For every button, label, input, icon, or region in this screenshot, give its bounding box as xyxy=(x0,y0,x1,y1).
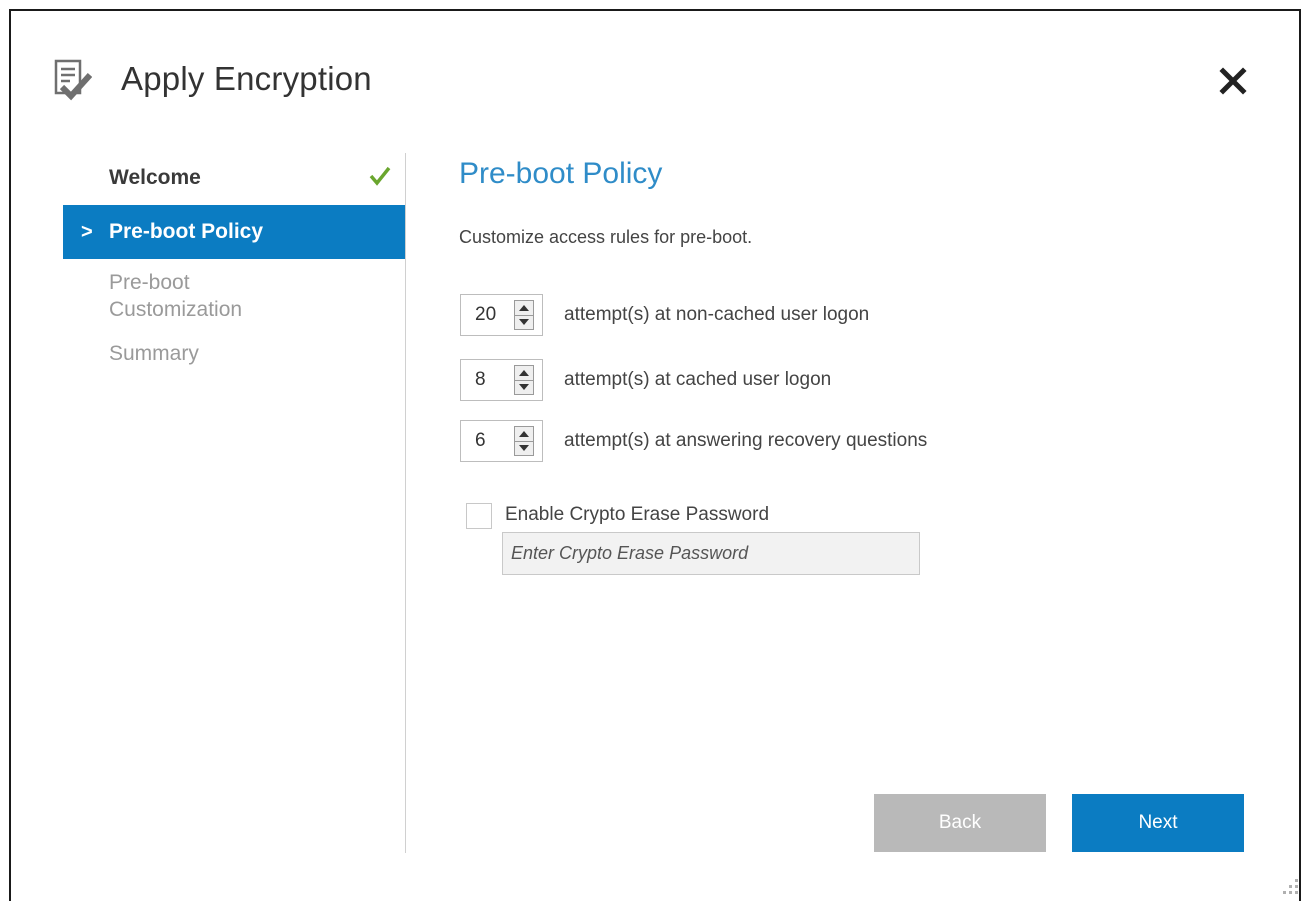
decrement-button[interactable] xyxy=(515,441,533,455)
wizard-steps-nav: Welcome > Pre-boot Policy Pre-boot Custo… xyxy=(63,151,405,381)
crypto-erase-checkbox[interactable] xyxy=(466,503,492,529)
checkmark-icon xyxy=(369,166,391,186)
nav-step-pre-boot-policy[interactable]: > Pre-boot Policy xyxy=(63,205,405,259)
stepper-label: attempt(s) at non-cached user logon xyxy=(564,304,870,325)
nav-step-label: Summary xyxy=(109,342,199,365)
arrow-up-icon xyxy=(519,431,529,437)
nav-step-label: Welcome xyxy=(109,166,201,189)
arrow-up-icon xyxy=(519,370,529,376)
arrow-down-icon xyxy=(519,445,529,451)
stepper-value: 20 xyxy=(475,304,497,325)
nav-step-pre-boot-customization[interactable]: Pre-boot Customization xyxy=(63,259,405,327)
stepper-label: attempt(s) at cached user logon xyxy=(564,369,832,390)
stepper-buttons xyxy=(514,300,534,330)
non-cached-logon-stepper[interactable]: 20 xyxy=(460,294,543,336)
cached-logon-stepper[interactable]: 8 xyxy=(460,359,543,401)
nav-step-label-line1: Pre-boot xyxy=(109,271,190,294)
stepper-value: 6 xyxy=(475,430,486,451)
dialog-title: Apply Encryption xyxy=(121,60,372,97)
stepper-buttons xyxy=(514,365,534,395)
increment-button[interactable] xyxy=(515,301,533,316)
stepper-value: 8 xyxy=(475,369,486,390)
crypto-erase-checkbox-label[interactable]: Enable Crypto Erase Password xyxy=(505,504,769,526)
nav-step-label-line2: Customization xyxy=(109,298,243,321)
stepper-label: attempt(s) at answering recovery questio… xyxy=(564,430,928,451)
recovery-questions-stepper[interactable]: 6 xyxy=(460,420,543,462)
decrement-button[interactable] xyxy=(515,380,533,394)
section-title: Pre-boot Policy xyxy=(459,157,663,190)
nav-step-welcome[interactable]: Welcome xyxy=(63,151,405,205)
decrement-button[interactable] xyxy=(515,315,533,329)
section-description: Customize access rules for pre-boot. xyxy=(459,227,753,247)
nav-step-label: Pre-boot Policy xyxy=(109,220,264,243)
nav-step-summary[interactable]: Summary xyxy=(63,327,405,381)
close-icon[interactable] xyxy=(1215,63,1251,99)
nav-divider xyxy=(405,153,406,853)
arrow-down-icon xyxy=(519,384,529,390)
crypto-erase-password-input[interactable] xyxy=(502,532,920,575)
arrow-up-icon xyxy=(519,305,529,311)
chevron-right-icon: > xyxy=(81,221,93,243)
next-button[interactable]: Next xyxy=(1072,794,1244,852)
increment-button[interactable] xyxy=(515,366,533,381)
arrow-down-icon xyxy=(519,319,529,325)
apply-encryption-dialog: Apply Encryption Welcome > Pre-boot Poli… xyxy=(9,9,1301,901)
increment-button[interactable] xyxy=(515,427,533,442)
resize-grip-icon[interactable] xyxy=(1275,871,1301,897)
back-button[interactable]: Back xyxy=(874,794,1046,852)
checklist-icon xyxy=(54,59,92,101)
stepper-buttons xyxy=(514,426,534,456)
